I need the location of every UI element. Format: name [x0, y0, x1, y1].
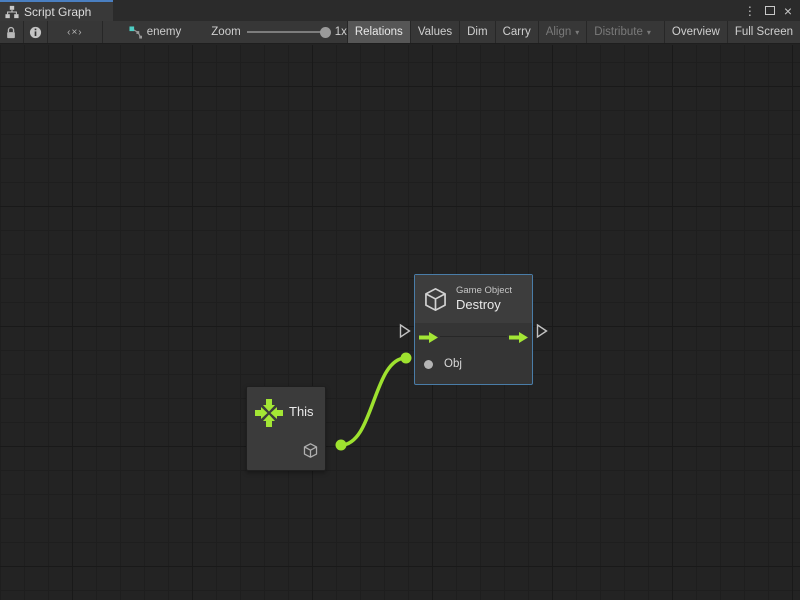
node-title: This: [289, 404, 314, 419]
node-destroy[interactable]: Game Object Destroy Obj: [414, 274, 533, 385]
script-graph-window: Script Graph ⋮ × ‹×›: [0, 0, 800, 600]
obj-port-label: Obj: [444, 358, 462, 370]
game-object-output-port-icon[interactable]: [302, 442, 319, 459]
zoom-control: Zoom 1x: [211, 21, 347, 43]
zoom-label: Zoom: [211, 26, 240, 38]
chevron-down-icon: ▾: [575, 28, 579, 37]
code-view-button[interactable]: ‹×›: [48, 21, 103, 43]
graph-asset-name: enemy: [147, 26, 182, 38]
relation-line: [440, 336, 507, 337]
node-this[interactable]: This: [246, 386, 326, 471]
window-menu-icon[interactable]: ⋮: [744, 4, 756, 18]
toolbar: ‹×› enemy Zoom 1x Relations Values Dim C…: [0, 21, 800, 44]
obj-port-row: Obj: [415, 351, 532, 377]
close-icon[interactable]: ×: [784, 4, 792, 18]
tab-title: Script Graph: [24, 5, 91, 19]
chevron-down-icon: ▾: [647, 28, 651, 37]
lock-button[interactable]: [0, 21, 24, 43]
window-controls: ⋮ ×: [744, 0, 800, 21]
obj-input-port[interactable]: [424, 360, 433, 369]
overview-button[interactable]: Overview: [664, 21, 727, 43]
toolbar-buttons: Relations Values Dim Carry Align ▾ Distr…: [347, 21, 800, 43]
full-screen-button[interactable]: Full Screen: [727, 21, 800, 43]
node-destroy-header[interactable]: Game Object Destroy: [415, 275, 532, 323]
dim-button[interactable]: Dim: [459, 21, 494, 43]
zoom-slider-knob[interactable]: [320, 27, 331, 38]
control-output-arrow-icon[interactable]: [509, 332, 528, 343]
graph-asset-icon: [129, 26, 142, 39]
zoom-value: 1x: [335, 26, 347, 38]
node-title: Destroy: [456, 297, 512, 313]
node-category: Game Object: [456, 285, 512, 297]
game-object-cube-icon: [422, 286, 449, 313]
relations-button[interactable]: Relations: [347, 21, 410, 43]
titlebar: Script Graph ⋮ ×: [0, 0, 800, 21]
control-input-arrow-icon[interactable]: [419, 332, 438, 343]
info-button[interactable]: [24, 21, 48, 43]
tab-script-graph[interactable]: Script Graph: [0, 0, 113, 21]
values-button[interactable]: Values: [410, 21, 459, 43]
maximize-icon[interactable]: [765, 6, 775, 15]
lock-icon: [5, 26, 17, 39]
external-input-triangle[interactable]: [399, 323, 411, 339]
graph-hierarchy-icon: [5, 5, 19, 19]
align-dropdown[interactable]: Align ▾: [538, 21, 587, 43]
carry-button[interactable]: Carry: [495, 21, 538, 43]
graph-asset-reference[interactable]: enemy: [129, 21, 182, 43]
graph-canvas[interactable]: Game Object Destroy Obj: [0, 45, 800, 600]
trigger-row: [415, 323, 532, 351]
distribute-dropdown[interactable]: Distribute ▾: [586, 21, 658, 43]
info-icon: [29, 26, 42, 39]
zoom-slider[interactable]: [247, 31, 329, 33]
external-output-triangle[interactable]: [536, 323, 548, 339]
this-self-icon: [254, 398, 284, 428]
